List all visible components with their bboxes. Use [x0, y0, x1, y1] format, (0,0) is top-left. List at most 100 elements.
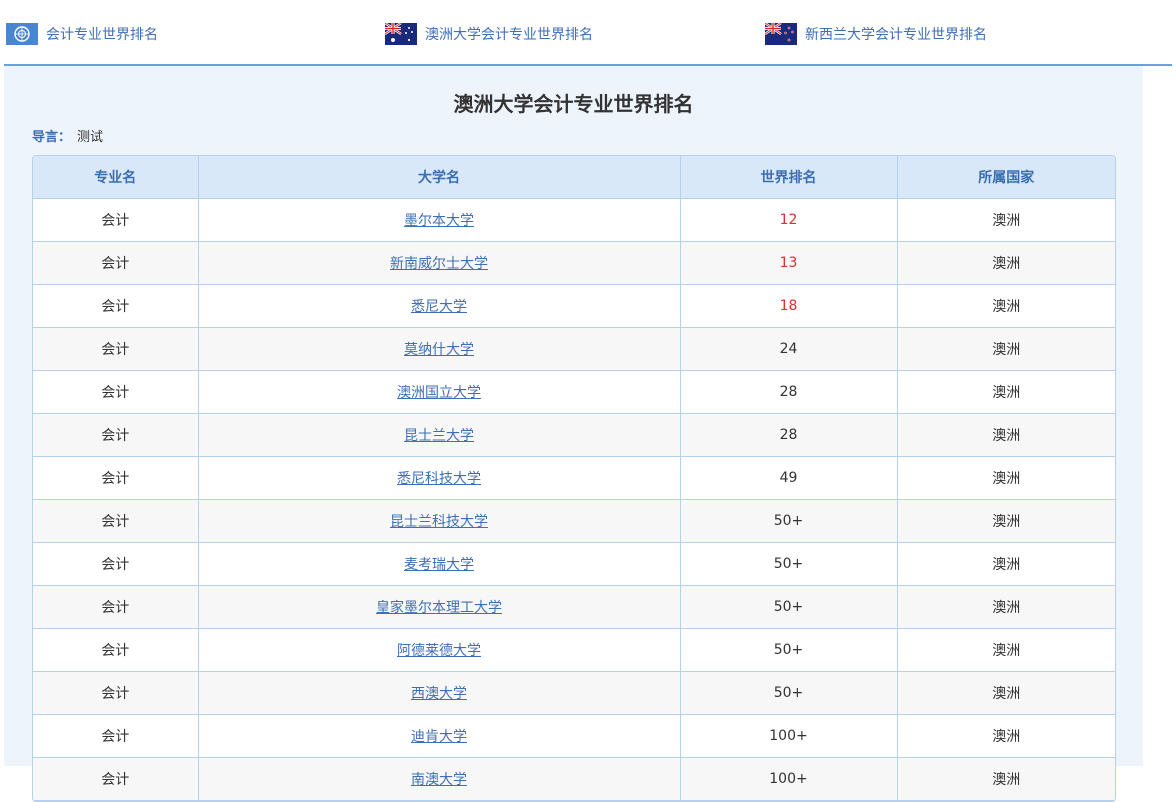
- header-university: 大学名: [198, 156, 681, 199]
- table-row: 会计 麦考瑞大学 50+ 澳洲: [33, 542, 1115, 586]
- table-row: 会计 昆士兰大学 28 澳洲: [33, 413, 1115, 457]
- university-link[interactable]: 南澳大学: [411, 772, 467, 788]
- cell-university: 悉尼科技大学: [198, 456, 681, 500]
- table-row: 会计 南澳大学 100+ 澳洲: [33, 757, 1115, 801]
- cell-country: 澳洲: [897, 370, 1115, 414]
- university-link[interactable]: 墨尔本大学: [404, 213, 474, 229]
- cell-country: 澳洲: [897, 757, 1115, 801]
- table-row: 会计 西澳大学 50+ 澳洲: [33, 671, 1115, 715]
- intro: 导言： 测试: [32, 126, 103, 145]
- cell-world-rank: 50+: [680, 628, 898, 672]
- university-link[interactable]: 阿德莱德大学: [397, 643, 481, 659]
- university-link[interactable]: 悉尼科技大学: [397, 471, 481, 487]
- cell-university: 新南威尔士大学: [198, 241, 681, 285]
- table-row: 会计 迪肯大学 100+ 澳洲: [33, 714, 1115, 758]
- cell-world-rank: 13: [680, 241, 898, 285]
- cell-country: 澳洲: [897, 499, 1115, 543]
- table-row: 会计 新南威尔士大学 13 澳洲: [33, 241, 1115, 285]
- university-link[interactable]: 澳洲国立大学: [397, 385, 481, 401]
- cell-major: 会计: [33, 499, 199, 543]
- cell-world-rank: 24: [680, 327, 898, 371]
- cell-university: 莫纳什大学: [198, 327, 681, 371]
- content-panel: 澳洲大学会计专业世界排名 导言： 测试 专业名 大学名 世界排名 所属国家 会计 墨…: [4, 66, 1143, 802]
- cell-university: 墨尔本大学: [198, 198, 681, 242]
- intro-label: 导言：: [32, 130, 72, 145]
- header-world-rank: 世界排名: [680, 156, 898, 199]
- cell-university: 皇家墨尔本理工大学: [198, 585, 681, 629]
- university-link[interactable]: 悉尼大学: [411, 299, 467, 315]
- header-country: 所属国家: [897, 156, 1115, 199]
- cell-university: 南澳大学: [198, 757, 681, 801]
- cell-university: 悉尼大学: [198, 284, 681, 328]
- cell-major: 会计: [33, 456, 199, 500]
- university-link[interactable]: 西澳大学: [411, 686, 467, 702]
- cell-world-rank: 28: [680, 413, 898, 457]
- university-link[interactable]: 新南威尔士大学: [390, 256, 488, 272]
- cell-major: 会计: [33, 327, 199, 371]
- ranking-table: 专业名 大学名 世界排名 所属国家 会计 墨尔本大学 12 澳洲 会计 新南威尔士大学 13…: [32, 155, 1116, 802]
- table-header-row: 专业名 大学名 世界排名 所属国家: [33, 156, 1115, 199]
- cell-world-rank: 50+: [680, 671, 898, 715]
- table-row: 会计 莫纳什大学 24 澳洲: [33, 327, 1115, 371]
- cell-country: 澳洲: [897, 284, 1115, 328]
- table-row: 会计 澳洲国立大学 28 澳洲: [33, 370, 1115, 414]
- university-link[interactable]: 昆士兰科技大学: [390, 514, 488, 530]
- university-link[interactable]: 迪肯大学: [411, 729, 467, 745]
- cell-major: 会计: [33, 628, 199, 672]
- cell-world-rank: 28: [680, 370, 898, 414]
- cell-world-rank: 50+: [680, 585, 898, 629]
- cell-country: 澳洲: [897, 413, 1115, 457]
- university-link[interactable]: 莫纳什大学: [404, 342, 474, 358]
- australia-flag-icon: [385, 23, 417, 45]
- cell-major: 会计: [33, 757, 199, 801]
- tab-label: 会计专业世界排名: [46, 27, 158, 43]
- cell-world-rank: 12: [680, 198, 898, 242]
- cell-major: 会计: [33, 198, 199, 242]
- university-link[interactable]: 皇家墨尔本理工大学: [376, 600, 502, 616]
- cell-major: 会计: [33, 542, 199, 586]
- cell-major: 会计: [33, 413, 199, 457]
- table-row: 会计 悉尼科技大学 49 澳洲: [33, 456, 1115, 500]
- cell-university: 阿德莱德大学: [198, 628, 681, 672]
- page-title: 澳洲大学会计专业世界排名: [453, 92, 694, 116]
- cell-country: 澳洲: [897, 714, 1115, 758]
- tab-australia-accounting-ranking[interactable]: 澳洲大学会计专业世界排名: [385, 23, 593, 45]
- table-row: 会计 皇家墨尔本理工大学 50+ 澳洲: [33, 585, 1115, 629]
- table-row: 会计 墨尔本大学 12 澳洲: [33, 198, 1115, 242]
- cell-country: 澳洲: [897, 241, 1115, 285]
- cell-world-rank: 49: [680, 456, 898, 500]
- tab-accounting-world-ranking[interactable]: 会计专业世界排名: [6, 23, 158, 45]
- tab-label: 澳洲大学会计专业世界排名: [425, 27, 593, 43]
- table-row: 会计 悉尼大学 18 澳洲: [33, 284, 1115, 328]
- cell-country: 澳洲: [897, 628, 1115, 672]
- cell-major: 会计: [33, 241, 199, 285]
- cell-major: 会计: [33, 671, 199, 715]
- cell-country: 澳洲: [897, 456, 1115, 500]
- cell-major: 会计: [33, 284, 199, 328]
- table-row: 会计 阿德莱德大学 50+ 澳洲: [33, 628, 1115, 672]
- cell-country: 澳洲: [897, 198, 1115, 242]
- cell-major: 会计: [33, 585, 199, 629]
- cell-world-rank: 100+: [680, 757, 898, 801]
- top-nav: 会计专业世界排名 澳洲大学会计专业世界排名 新西兰大学会计专业世界排名: [4, 0, 1172, 66]
- tab-label: 新西兰大学会计专业世界排名: [805, 27, 987, 43]
- new-zealand-flag-icon: [765, 23, 797, 45]
- cell-university: 西澳大学: [198, 671, 681, 715]
- cell-major: 会计: [33, 370, 199, 414]
- university-link[interactable]: 昆士兰大学: [404, 428, 474, 444]
- un-flag-icon: [6, 23, 38, 45]
- cell-country: 澳洲: [897, 542, 1115, 586]
- cell-university: 昆士兰大学: [198, 413, 681, 457]
- cell-world-rank: 18: [680, 284, 898, 328]
- cell-world-rank: 50+: [680, 542, 898, 586]
- cell-major: 会计: [33, 714, 199, 758]
- cell-country: 澳洲: [897, 585, 1115, 629]
- intro-text: 测试: [77, 130, 104, 145]
- cell-world-rank: 50+: [680, 499, 898, 543]
- cell-university: 迪肯大学: [198, 714, 681, 758]
- cell-university: 麦考瑞大学: [198, 542, 681, 586]
- cell-country: 澳洲: [897, 671, 1115, 715]
- tab-new-zealand-accounting-ranking[interactable]: 新西兰大学会计专业世界排名: [765, 23, 987, 45]
- header-major: 专业名: [33, 156, 199, 199]
- university-link[interactable]: 麦考瑞大学: [404, 557, 474, 573]
